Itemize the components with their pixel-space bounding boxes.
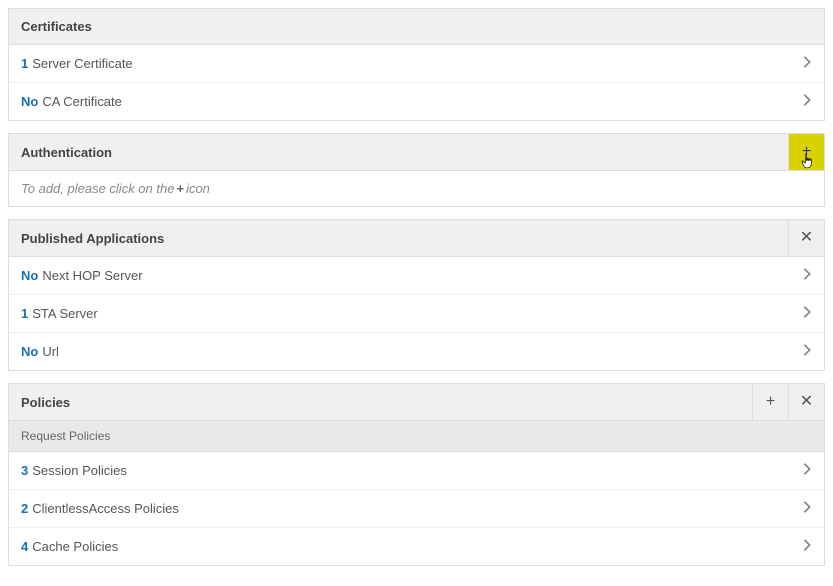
row-count: 1 [21, 56, 28, 71]
row-content: No CA Certificate [21, 94, 122, 109]
close-published-apps-button[interactable]: ✕ [788, 220, 824, 256]
row-label: STA Server [32, 306, 98, 321]
chevron-right-icon [802, 500, 812, 517]
row-label: Session Policies [32, 463, 127, 478]
row-count: 4 [21, 539, 28, 554]
certificates-section: Certificates 1 Server Certificate No CA … [8, 8, 825, 121]
row-cache-policies[interactable]: 4 Cache Policies [9, 528, 824, 565]
plus-icon: + [802, 144, 811, 160]
row-url[interactable]: No Url [9, 333, 824, 370]
add-policy-button[interactable]: + [752, 384, 788, 420]
chevron-right-icon [802, 55, 812, 72]
row-content: 2 ClientlessAccess Policies [21, 501, 179, 516]
row-count: 3 [21, 463, 28, 478]
chevron-right-icon [802, 462, 812, 479]
authentication-section: Authentication + To add, please click on… [8, 133, 825, 207]
row-label: ClientlessAccess Policies [32, 501, 179, 516]
published-apps-header: Published Applications ✕ [9, 220, 824, 257]
row-count: No [21, 268, 38, 283]
plus-icon: + [766, 394, 775, 410]
hint-text-post: icon [186, 181, 210, 196]
row-count: No [21, 94, 38, 109]
policies-actions: + ✕ [752, 384, 824, 420]
published-apps-section: Published Applications ✕ No Next HOP Ser… [8, 219, 825, 371]
hint-text-pre: To add, please click on the [21, 181, 174, 196]
row-sta-server[interactable]: 1 STA Server [9, 295, 824, 333]
row-content: 1 Server Certificate [21, 56, 133, 71]
policies-title: Policies [9, 385, 82, 420]
chevron-right-icon [802, 343, 812, 360]
certificates-title: Certificates [9, 9, 104, 44]
row-next-hop-server[interactable]: No Next HOP Server [9, 257, 824, 295]
row-session-policies[interactable]: 3 Session Policies [9, 452, 824, 490]
add-authentication-button[interactable]: + [788, 134, 824, 170]
row-count: 1 [21, 306, 28, 321]
close-icon: ✕ [800, 230, 813, 246]
row-label: Url [42, 344, 59, 359]
published-apps-actions: ✕ [788, 220, 824, 256]
row-server-certificate[interactable]: 1 Server Certificate [9, 45, 824, 83]
row-content: 1 STA Server [21, 306, 98, 321]
plus-icon: + [176, 181, 184, 196]
chevron-right-icon [802, 538, 812, 555]
row-content: No Next HOP Server [21, 268, 143, 283]
row-content: 4 Cache Policies [21, 539, 118, 554]
row-clientless-access-policies[interactable]: 2 ClientlessAccess Policies [9, 490, 824, 528]
row-count: No [21, 344, 38, 359]
row-label: Next HOP Server [42, 268, 142, 283]
row-label: CA Certificate [42, 94, 121, 109]
authentication-hint: To add, please click on the + icon [9, 171, 824, 206]
row-content: No Url [21, 344, 59, 359]
chevron-right-icon [802, 305, 812, 322]
close-icon: ✕ [800, 394, 813, 410]
authentication-title: Authentication [9, 135, 124, 170]
row-label: Server Certificate [32, 56, 132, 71]
certificates-header: Certificates [9, 9, 824, 45]
chevron-right-icon [802, 267, 812, 284]
published-apps-title: Published Applications [9, 221, 176, 256]
authentication-header: Authentication + [9, 134, 824, 171]
row-count: 2 [21, 501, 28, 516]
policies-subheader: Request Policies [9, 421, 824, 452]
chevron-right-icon [802, 93, 812, 110]
row-label: Cache Policies [32, 539, 118, 554]
authentication-actions: + [788, 134, 824, 170]
policies-section: Policies + ✕ Request Policies 3 Session … [8, 383, 825, 566]
close-policies-button[interactable]: ✕ [788, 384, 824, 420]
row-ca-certificate[interactable]: No CA Certificate [9, 83, 824, 120]
policies-header: Policies + ✕ [9, 384, 824, 421]
row-content: 3 Session Policies [21, 463, 127, 478]
